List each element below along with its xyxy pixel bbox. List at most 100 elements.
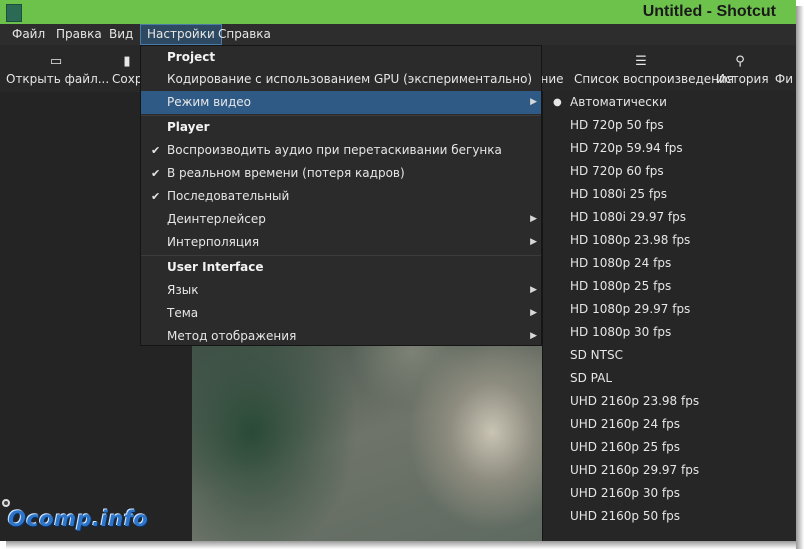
video-mode-option[interactable]: HD 720p 50 fps bbox=[543, 114, 796, 137]
video-mode-option[interactable]: UHD 2160p 24 fps bbox=[543, 413, 796, 436]
gpu-encoding-label: Кодирование с использованием GPU (экспер… bbox=[167, 72, 533, 86]
video-mode-option-label: HD 1080i 25 fps bbox=[570, 187, 667, 201]
checkmark-icon: ✔ bbox=[151, 144, 161, 157]
video-mode-option[interactable]: UHD 2160p 29.97 fps bbox=[543, 459, 796, 482]
chevron-right-icon: ▶ bbox=[530, 237, 537, 247]
scrub-audio-item[interactable]: ✔ Воспроизводить аудио при перетаскивани… bbox=[141, 139, 541, 162]
video-mode-option[interactable]: HD 1080i 25 fps bbox=[543, 183, 796, 206]
open-file-label: Открыть файл... bbox=[6, 72, 110, 86]
history-label: История bbox=[716, 72, 769, 86]
chevron-right-icon: ▶ bbox=[530, 331, 537, 341]
save-icon: ▮ bbox=[123, 54, 131, 69]
video-mode-option[interactable]: SD NTSC bbox=[543, 344, 796, 367]
theme-item[interactable]: Тема ▶ bbox=[141, 302, 541, 325]
video-mode-option-label: Автоматически bbox=[570, 95, 667, 109]
laptop-icon: ▭ bbox=[49, 54, 63, 69]
save-button[interactable]: ▮ Сохр bbox=[112, 45, 142, 91]
video-mode-option[interactable]: UHD 2160p 50 fps bbox=[543, 505, 796, 528]
partial-label: ние bbox=[540, 72, 564, 86]
video-mode-option[interactable]: HD 1080p 25 fps bbox=[543, 275, 796, 298]
video-mode-label: Режим видео bbox=[167, 95, 251, 109]
video-mode-option[interactable]: HD 1080i 29.97 fps bbox=[543, 206, 796, 229]
chevron-right-icon: ▶ bbox=[530, 285, 537, 295]
video-mode-option[interactable]: SD PAL bbox=[543, 367, 796, 390]
video-mode-option[interactable]: HD 720p 60 fps bbox=[543, 160, 796, 183]
language-label: Язык bbox=[167, 283, 199, 297]
open-file-button[interactable]: ▭ Открыть файл... bbox=[6, 45, 110, 91]
video-mode-option[interactable]: HD 1080p 23.98 fps bbox=[543, 229, 796, 252]
video-mode-option-label: SD PAL bbox=[570, 371, 613, 385]
checkmark-icon: ✔ bbox=[151, 167, 161, 180]
video-mode-item[interactable]: Режим видео ▶ bbox=[141, 91, 541, 114]
progressive-label: Последовательный bbox=[167, 189, 290, 203]
settings-dropdown: Project Кодирование с использованием GPU… bbox=[140, 45, 542, 346]
watermark-text: Ocomp.info bbox=[8, 507, 149, 531]
playlist-label: Список воспроизведения bbox=[574, 72, 735, 86]
video-mode-option-label: UHD 2160p 29.97 fps bbox=[570, 463, 700, 477]
language-item[interactable]: Язык ▶ bbox=[141, 279, 541, 302]
chevron-right-icon: ▶ bbox=[530, 97, 537, 107]
theme-label: Тема bbox=[167, 306, 199, 320]
display-method-item[interactable]: Метод отображения ▶ bbox=[141, 325, 541, 348]
video-mode-option-label: HD 1080p 30 fps bbox=[570, 325, 672, 339]
player-header-text: Player bbox=[167, 120, 210, 134]
video-mode-option-label: SD NTSC bbox=[570, 348, 623, 362]
video-mode-option[interactable]: UHD 2160p 25 fps bbox=[543, 436, 796, 459]
menu-edit[interactable]: Правка bbox=[50, 24, 108, 45]
shotcut-app-icon bbox=[6, 4, 22, 22]
video-mode-option-label: HD 1080i 29.97 fps bbox=[570, 210, 687, 224]
video-mode-option-label: UHD 2160p 23.98 fps bbox=[570, 394, 700, 408]
app-window: Untitled - Shotcut Файл Правка Вид Настр… bbox=[0, 0, 796, 541]
menu-view[interactable]: Вид bbox=[103, 24, 139, 45]
display-method-label: Метод отображения bbox=[167, 329, 297, 343]
video-mode-option[interactable]: HD 720p 59.94 fps bbox=[543, 137, 796, 160]
list-icon: ☰ bbox=[635, 54, 647, 69]
title-bar[interactable]: Untitled - Shotcut bbox=[0, 0, 796, 24]
chevron-right-icon: ▶ bbox=[530, 214, 537, 224]
playlist-button[interactable]: ☰ Список воспроизведения bbox=[574, 45, 735, 91]
project-header-text: Project bbox=[167, 50, 216, 64]
realtime-label: В реальном времени (потеря кадров) bbox=[167, 166, 405, 180]
video-mode-option-label: HD 1080p 24 fps bbox=[570, 256, 672, 270]
interpolation-item[interactable]: Интерполяция ▶ bbox=[141, 231, 541, 254]
menu-file[interactable]: Файл bbox=[6, 24, 51, 45]
progressive-item[interactable]: ✔ Последовательный bbox=[141, 185, 541, 208]
window-shadow bbox=[796, 6, 804, 549]
video-mode-option-label: HD 720p 60 fps bbox=[570, 164, 664, 178]
realtime-item[interactable]: ✔ В реальном времени (потеря кадров) bbox=[141, 162, 541, 185]
splitter-handle[interactable] bbox=[2, 499, 10, 507]
selected-dot-icon: ● bbox=[553, 97, 562, 108]
video-mode-option[interactable]: HD 1080p 24 fps bbox=[543, 252, 796, 275]
menu-settings[interactable]: Настройки bbox=[140, 24, 222, 45]
filters-button[interactable]: Фи bbox=[772, 45, 796, 91]
deinterlacer-item[interactable]: Деинтерлейсер ▶ bbox=[141, 208, 541, 231]
player-section-header: Player bbox=[141, 116, 541, 139]
chevron-right-icon: ▶ bbox=[530, 308, 537, 318]
filters-label: Фи bbox=[774, 72, 794, 86]
video-mode-option[interactable]: UHD 2160p 23.98 fps bbox=[543, 390, 796, 413]
toolbar-hidden-button[interactable]: ние bbox=[540, 45, 564, 91]
video-mode-option-label: UHD 2160p 50 fps bbox=[570, 509, 681, 523]
menu-help[interactable]: Справка bbox=[212, 24, 277, 45]
video-mode-option-label: HD 1080p 29.97 fps bbox=[570, 302, 691, 316]
ui-section-header: User Interface bbox=[141, 256, 541, 279]
video-mode-option[interactable]: ● Автоматически bbox=[543, 91, 796, 114]
gpu-encoding-item[interactable]: Кодирование с использованием GPU (экспер… bbox=[141, 68, 541, 91]
video-mode-option[interactable]: HD 1080p 29.97 fps bbox=[543, 298, 796, 321]
ui-header-text: User Interface bbox=[167, 260, 264, 274]
window-title: Untitled - Shotcut bbox=[642, 3, 776, 20]
video-mode-option-label: UHD 2160p 25 fps bbox=[570, 440, 681, 454]
video-mode-option-label: HD 1080p 25 fps bbox=[570, 279, 672, 293]
interpolation-label: Интерполяция bbox=[167, 235, 260, 249]
window-shadow bbox=[6, 541, 796, 549]
video-mode-submenu: ● Автоматически HD 720p 50 fps HD 720p 5… bbox=[542, 91, 796, 541]
checkmark-icon: ✔ bbox=[151, 190, 161, 203]
video-mode-option[interactable]: UHD 2160p 30 fps bbox=[543, 482, 796, 505]
video-mode-option[interactable]: HD 1080p 30 fps bbox=[543, 321, 796, 344]
menu-bar: Файл Правка Вид Настройки Справка bbox=[0, 24, 796, 45]
video-mode-option-label: UHD 2160p 30 fps bbox=[570, 486, 681, 500]
video-mode-option-label: UHD 2160p 24 fps bbox=[570, 417, 681, 431]
history-button[interactable]: ⚲ История bbox=[716, 45, 769, 91]
deinterlacer-label: Деинтерлейсер bbox=[167, 212, 266, 226]
scrub-audio-label: Воспроизводить аудио при перетаскивании … bbox=[167, 143, 502, 157]
